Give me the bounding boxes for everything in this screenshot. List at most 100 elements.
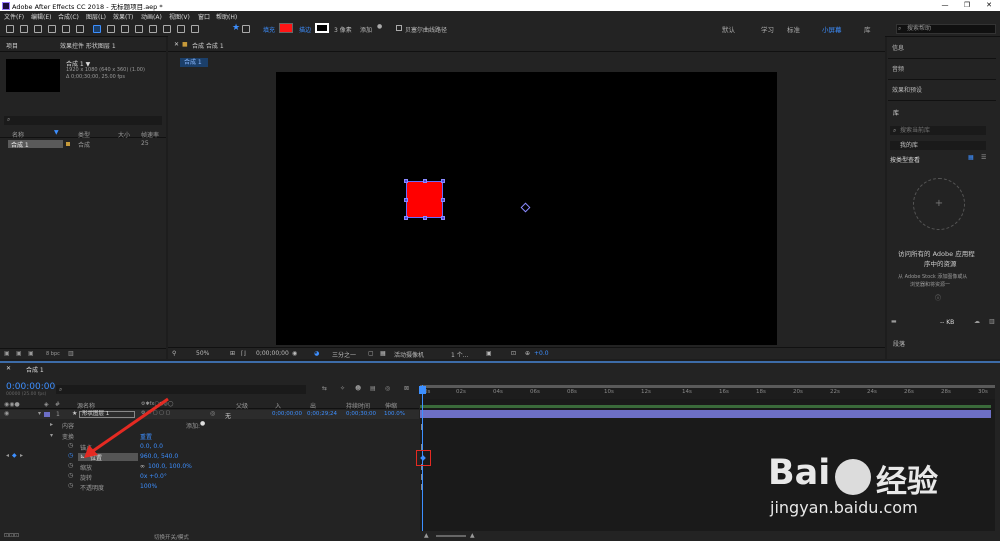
exposure-value[interactable]: +0.0 — [534, 350, 549, 357]
stroke-color-swatch[interactable] — [315, 23, 329, 33]
layer-in[interactable]: 0;00;00;00 — [272, 411, 302, 417]
timeline-current-time[interactable]: 0:00:00:00 — [6, 382, 55, 392]
sort-icon[interactable]: ▼ — [54, 129, 59, 136]
rectangle-tool-icon[interactable] — [93, 25, 101, 33]
shape-handle[interactable] — [441, 198, 445, 202]
layer-stretch[interactable]: 100.0% — [384, 411, 405, 417]
comp-flowchart-icon[interactable]: ⇆ — [322, 385, 327, 392]
frame-blend-icon[interactable]: ▤ — [370, 385, 376, 392]
current-time[interactable]: 0;00;00;00 — [256, 350, 289, 357]
workspace-library[interactable]: 库 — [864, 24, 871, 34]
pen-tool-icon[interactable] — [107, 25, 115, 33]
fill-color-swatch[interactable] — [279, 23, 293, 33]
tab-project[interactable]: 项目 — [6, 41, 18, 50]
minimize-icon[interactable]: — — [934, 0, 956, 11]
stopwatch-icon[interactable]: ◷ — [68, 482, 73, 489]
eraser-tool-icon[interactable] — [163, 25, 171, 33]
timeline-search-input[interactable] — [56, 385, 306, 394]
prop-row-opacity[interactable]: ◷ 不透明度 100% — [0, 482, 419, 492]
library-dropdown[interactable]: 我的库 — [890, 141, 986, 150]
roto-tool-icon[interactable] — [177, 25, 185, 33]
delete-icon[interactable]: ▥ — [68, 350, 74, 357]
shape-handle[interactable] — [404, 179, 408, 183]
label-color-swatch[interactable] — [44, 412, 50, 417]
prop-row-rotation[interactable]: ◷ 旋转 0x +0.0° — [0, 472, 419, 482]
comp-subtab[interactable]: 合成 1 — [180, 58, 208, 67]
layer-parent[interactable]: 无 — [225, 411, 231, 420]
workspace-standard[interactable]: 标准 — [787, 24, 800, 34]
add-label[interactable]: 添加: — [186, 421, 200, 430]
eye-icon[interactable]: ◉ — [4, 410, 9, 417]
layer-out[interactable]: 0;00;29;24 — [307, 411, 337, 417]
tab-effect-controls[interactable]: 效果控件 形状图层 1 — [60, 41, 116, 50]
comp-mini-flowchart-icon[interactable]: ⊡⊡⊡ — [4, 532, 19, 539]
pan-behind-tool-icon[interactable] — [76, 25, 84, 33]
library-search-input[interactable]: 搜索当前库 — [890, 126, 986, 135]
stopwatch-icon[interactable]: ◷ — [68, 442, 73, 449]
maximize-icon[interactable]: ❐ — [956, 0, 978, 11]
content-label[interactable]: 内容 — [62, 421, 74, 430]
draft-3d-icon[interactable]: ✧ — [340, 385, 345, 392]
fill-label[interactable]: 填充 — [263, 25, 275, 34]
prop-value[interactable]: 0x +0.0° — [140, 473, 167, 480]
panel-info[interactable]: 信息 — [888, 38, 996, 59]
panel-paragraph[interactable]: 段落 — [893, 339, 905, 348]
tab-timeline-comp[interactable]: 合成 1 — [26, 365, 44, 374]
col-type[interactable]: 类型 — [78, 130, 90, 139]
pickwhip-icon[interactable]: ◎ — [210, 410, 215, 417]
add-label[interactable]: 添加 — [360, 25, 372, 34]
next-keyframe-icon[interactable]: ▸ — [20, 452, 23, 459]
camera-dropdown[interactable]: 活动摄像机 — [394, 350, 424, 359]
col-fps[interactable]: 帧速率 — [141, 130, 159, 139]
col-size[interactable]: 大小 — [118, 130, 130, 139]
list-view-icon[interactable]: ☰ — [981, 154, 986, 161]
snapshot-icon[interactable]: ◉ — [292, 350, 297, 357]
resolution-dropdown[interactable]: 三分之一 — [332, 350, 356, 359]
folder-icon[interactable]: ▬ — [891, 318, 897, 325]
label-color-swatch[interactable] — [66, 142, 70, 146]
col-parent[interactable]: 父级 — [236, 401, 248, 410]
views-dropdown[interactable]: 1 个... — [451, 350, 468, 359]
work-area-bar[interactable] — [420, 385, 995, 388]
col-duration[interactable]: 持续时间 — [346, 401, 370, 410]
add-icon[interactable]: ● — [377, 23, 382, 30]
star-icon[interactable]: ★ — [232, 23, 240, 33]
shape-handle[interactable] — [423, 216, 427, 220]
zoom-tool-icon[interactable] — [34, 25, 42, 33]
interpret-icon[interactable]: ▣ — [4, 350, 10, 357]
timeline-icon[interactable]: ⊡ — [511, 350, 516, 357]
prop-row-scale[interactable]: ◷ 缩放 ∞ 100.0, 100.0% — [0, 462, 419, 472]
new-folder-icon[interactable]: ▣ — [16, 350, 22, 357]
help-icon[interactable]: ⓘ — [935, 293, 941, 302]
panel-audio[interactable]: 音频 — [888, 59, 996, 80]
stopwatch-icon[interactable]: ◷ — [68, 452, 73, 459]
expand-icon[interactable]: ▾ — [38, 410, 41, 417]
bezier-checkbox[interactable] — [396, 25, 402, 31]
layer-row[interactable]: ◉ ▾ 1 ★ 形状图层 1 ⚙ ✎ ▢ ▢ ▢ ◎ 无 0;00;00;00 … — [0, 410, 419, 420]
new-comp-icon[interactable]: ▣ — [28, 350, 34, 357]
motion-blur-icon[interactable]: ◎ — [385, 385, 390, 392]
flowchart-icon[interactable]: ⊕ — [525, 350, 530, 357]
tab-composition[interactable]: 合成 合成 1 — [192, 41, 224, 50]
workspace-learn[interactable]: 学习 — [761, 24, 774, 34]
toggle-switches-modes[interactable]: 切换开关/模式 — [154, 533, 189, 541]
playhead-handle[interactable] — [419, 386, 426, 394]
project-search-input[interactable] — [4, 116, 162, 125]
workspace-default[interactable]: 默认 — [722, 24, 735, 34]
red-rectangle-shape[interactable] — [406, 181, 443, 218]
collapse-icon[interactable]: ▾ — [50, 432, 53, 439]
stopwatch-icon[interactable]: ◷ — [68, 462, 73, 469]
col-in[interactable]: 入 — [275, 401, 281, 410]
add-asset-icon[interactable]: + — [913, 178, 965, 230]
work-area-range[interactable] — [420, 405, 991, 408]
add-icon[interactable]: ● — [200, 420, 205, 427]
selection-tool-icon[interactable] — [6, 25, 14, 33]
col-stretch[interactable]: 伸缩 — [385, 401, 397, 410]
library-title[interactable]: 库 — [893, 108, 899, 117]
link-icon[interactable]: ∞ — [140, 463, 145, 470]
prop-row-position[interactable]: ◂ ◆ ▸ ◷ ⊾ 位置 960.0, 540.0 — [0, 452, 419, 462]
transparency-grid-icon[interactable]: ▦ — [380, 350, 386, 357]
av-features-icon[interactable]: ◉◉● — [4, 401, 20, 408]
col-name[interactable]: 名称 — [12, 130, 24, 139]
close-icon[interactable]: ✕ — [174, 41, 179, 48]
